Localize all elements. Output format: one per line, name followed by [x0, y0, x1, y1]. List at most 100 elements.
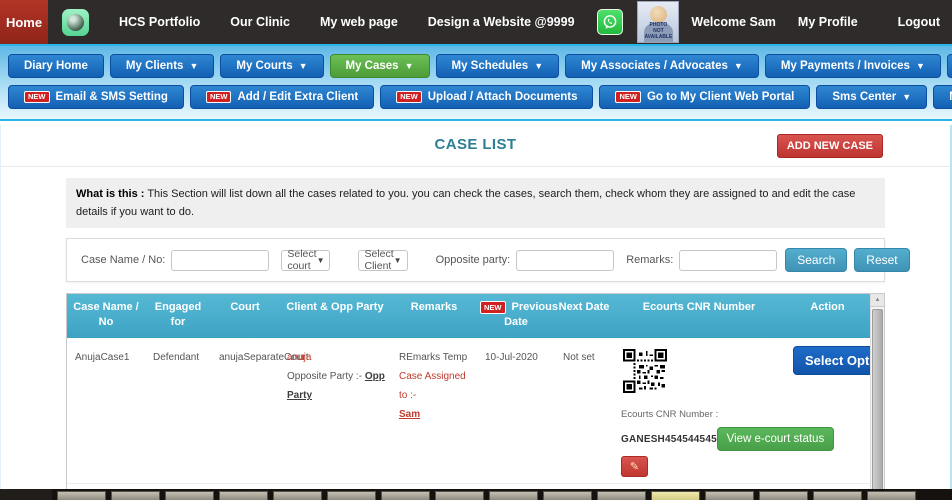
table-scrollbar: ▲ [870, 294, 884, 489]
nav-label: My Courts [236, 60, 292, 72]
nav-my-clients[interactable]: My Clients▼ [110, 54, 214, 78]
cell-next-date: Not set [555, 338, 613, 483]
select-option-button[interactable]: Select Option▼ [793, 346, 870, 375]
nav-label: My Associates / Advocates [581, 60, 728, 72]
nav-label: My Payments / Invoices [781, 60, 910, 72]
nav-sms-center[interactable]: Sms Center ▼ [816, 85, 927, 109]
search-button[interactable]: Search [785, 248, 847, 272]
taskbar-window-button[interactable] [867, 491, 916, 500]
chevron-down-icon: ▼ [902, 92, 911, 102]
cnr-number: GANESH4545445454 [621, 430, 723, 449]
cell-remarks: REmarks Temp Case Assigned to :- Sam [391, 338, 477, 483]
opposite-party-label: Opposite party: [436, 254, 511, 266]
taskbar-window-button[interactable] [813, 491, 862, 500]
nav-my-courts[interactable]: My Courts▼ [220, 54, 323, 78]
nav-upload-attach-documents[interactable]: NEW Upload / Attach Documents [380, 85, 593, 109]
taskbar-window-button[interactable] [219, 491, 268, 500]
taskbar-window-button[interactable] [435, 491, 484, 500]
nav-my-payments[interactable]: My Payments / Invoices ▼ [765, 54, 941, 78]
cell-action: Select Option▼ [785, 338, 870, 483]
taskbar-window-button-active[interactable] [651, 491, 700, 500]
table-header-row: Case Name / No Engaged for Court Client … [67, 294, 870, 338]
taskbar-window-button[interactable] [273, 491, 322, 500]
os-taskbar [0, 489, 952, 500]
taskbar-window-button[interactable] [327, 491, 376, 500]
nav-email-sms-setting[interactable]: NEWEmail & SMS Setting [8, 85, 184, 109]
nav-row-2: NEWEmail & SMS Setting NEWAdd / Edit Ext… [5, 85, 947, 109]
taskbar-window-button[interactable] [597, 491, 646, 500]
info-label: What is this : [76, 188, 144, 200]
cell-client-opp: anuja Opposite Party :- Opp Party [279, 338, 391, 483]
court-select[interactable]: Select court ▼ [281, 250, 330, 271]
menu-design-website[interactable]: Design a Website @9999 [428, 15, 575, 29]
nav-label: Sms Center [832, 91, 896, 103]
nav-add-edit-extra-client[interactable]: NEW Add / Edit Extra Client [190, 85, 374, 109]
top-bar: Home HCS Portfolio Our Clinic My web pag… [0, 0, 952, 44]
case-name-label: Case Name / No: [81, 254, 165, 266]
menu-our-clinic[interactable]: Our Clinic [230, 15, 290, 29]
reset-button[interactable]: Reset [854, 248, 909, 272]
nav-client-web-portal[interactable]: NEWGo to My Client Web Portal [599, 85, 810, 109]
pencil-icon: ✎ [630, 460, 639, 473]
menu-hcs-portfolio[interactable]: HCS Portfolio [119, 15, 200, 29]
col-client-opp: Client & Opp Party [279, 294, 391, 338]
taskbar-window-button[interactable] [381, 491, 430, 500]
nav-label: Go to My Client Web Portal [647, 91, 794, 103]
taskbar-window-button[interactable] [489, 491, 538, 500]
menu-my-web-page[interactable]: My web page [320, 15, 398, 29]
nav-my-calender[interactable]: My Calender [947, 54, 952, 78]
nav-label: My Cases [346, 60, 399, 72]
taskbar-window-button[interactable] [165, 491, 214, 500]
taskbar-window-button[interactable] [543, 491, 592, 500]
chevron-down-icon: ▼ [534, 61, 543, 71]
nav-diary-home[interactable]: Diary Home [8, 54, 104, 78]
assigned-to-link[interactable]: Sam [399, 409, 420, 420]
case-table-inner: Case Name / No Engaged for Court Client … [67, 294, 870, 489]
new-badge: NEW [206, 91, 232, 103]
nav-my-appointments[interactable]: My Appointments▼ [933, 85, 952, 109]
taskbar-window-button[interactable] [705, 491, 754, 500]
nav-my-schedules[interactable]: My Schedules ▼ [436, 54, 560, 78]
chevron-down-icon: ▼ [916, 61, 925, 71]
nav-label: Upload / Attach Documents [428, 91, 578, 103]
col-previous-date: NEWPrevious Date [477, 294, 555, 338]
col-case-name: Case Name / No [67, 294, 145, 338]
edit-cnr-button[interactable]: ✎ [621, 456, 648, 477]
col-ecourts-cnr: Ecourts CNR Number [613, 294, 785, 338]
chevron-down-icon: ▼ [189, 61, 198, 71]
home-button[interactable]: Home [0, 0, 48, 44]
logout-link[interactable]: Logout [898, 15, 940, 29]
opposite-party-input[interactable] [516, 250, 614, 271]
nav-my-associates[interactable]: My Associates / Advocates▼ [565, 54, 759, 78]
opp-party-label: Opposite Party :- [287, 371, 362, 382]
nav-label: Email & SMS Setting [56, 91, 168, 103]
col-next-date: Next Date [555, 294, 613, 338]
top-menu: HCS Portfolio Our Clinic My web page Des… [89, 9, 623, 35]
add-new-case-button[interactable]: ADD NEW CASE [777, 134, 883, 158]
scroll-up-arrow[interactable]: ▲ [871, 294, 884, 307]
case-table: Case Name / No Engaged for Court Client … [66, 293, 885, 489]
main-navigation: Diary Home My Clients▼ My Courts▼ My Cas… [0, 44, 952, 121]
taskbar-window-button[interactable] [759, 491, 808, 500]
taskbar-start[interactable] [0, 489, 52, 500]
qr-code [623, 349, 667, 393]
court-select-value: Select court [287, 248, 316, 272]
nav-label: Add / Edit Extra Client [237, 91, 358, 103]
scrollbar-thumb[interactable] [872, 309, 883, 489]
case-name-input[interactable] [171, 250, 269, 271]
nav-label: My Schedules [452, 60, 529, 72]
globe-icon [67, 14, 84, 31]
chevron-down-icon: ▼ [317, 256, 325, 265]
remarks-input[interactable] [679, 250, 777, 271]
info-box: What is this : This Section will list do… [66, 178, 885, 228]
search-panel: Case Name / No: Select court ▼ Select Cl… [66, 238, 885, 282]
new-badge: NEW [396, 91, 422, 103]
whatsapp-icon[interactable] [597, 9, 623, 35]
avatar: PHOTO NOT AVAILABLE [637, 1, 679, 43]
nav-my-cases[interactable]: My Cases▼ [330, 54, 430, 78]
client-select[interactable]: Select Client ▼ [358, 250, 407, 271]
taskbar-window-button[interactable] [57, 491, 106, 500]
my-profile-link[interactable]: My Profile [798, 15, 858, 29]
site-logo-icon[interactable] [62, 9, 89, 36]
taskbar-window-button[interactable] [111, 491, 160, 500]
